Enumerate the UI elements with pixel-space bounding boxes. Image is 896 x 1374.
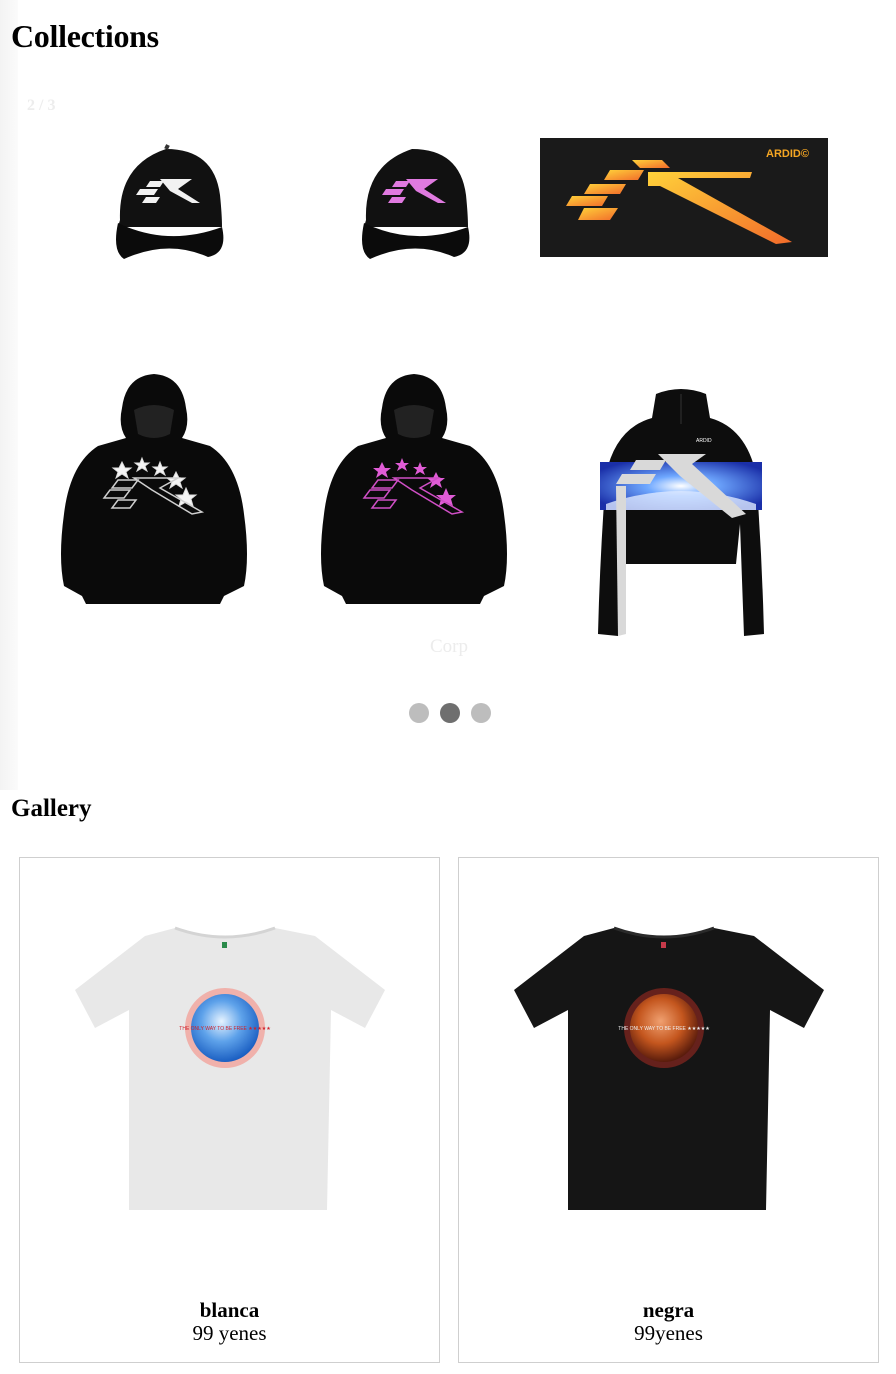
cap-pink-item[interactable]	[324, 130, 504, 270]
slide-counter: 2 / 3	[27, 97, 56, 114]
cap-icon	[362, 149, 470, 259]
product-card-blanca[interactable]: THE ONLY WAY TO BE FREE ★★★★★ blanca 99 …	[19, 857, 440, 1363]
hoodie-white-item[interactable]	[54, 365, 254, 610]
carousel-dots	[409, 703, 491, 723]
shirt-print-text: THE ONLY WAY TO BE FREE ★★★★★	[618, 1026, 710, 1032]
product-name[interactable]: blanca	[20, 1298, 439, 1323]
hoodie-pink-item[interactable]	[314, 365, 514, 610]
slide-caption: Corp	[430, 636, 468, 657]
tshirt-white-icon: THE ONLY WAY TO BE FREE ★★★★★	[74, 926, 385, 1210]
jacket-item[interactable]: ARDID	[586, 382, 776, 644]
cap-white-item[interactable]	[78, 130, 258, 270]
shirt-print-text: THE ONLY WAY TO BE FREE ★★★★★	[179, 1026, 271, 1032]
product-price: 99 yenes	[192, 1321, 267, 1345]
collections-title: Collections	[11, 18, 159, 54]
tshirt-black-icon: THE ONLY WAY TO BE FREE ★★★★★	[513, 926, 824, 1210]
jacket-label: ARDID	[696, 438, 712, 444]
ardid-banner: ARDID©	[540, 138, 828, 257]
product-price: 99yenes	[634, 1321, 703, 1345]
gallery-title: Gallery	[11, 795, 92, 822]
carousel-dot-1[interactable]	[409, 703, 429, 723]
product-name[interactable]: negra	[459, 1298, 878, 1323]
hoodie-icon	[61, 373, 247, 604]
product-card-negra[interactable]: THE ONLY WAY TO BE FREE ★★★★★ negra 99ye…	[458, 857, 879, 1363]
hoodie-icon	[321, 373, 507, 604]
banner-item[interactable]: ARDID©	[540, 138, 828, 257]
carousel-dot-3[interactable]	[471, 703, 491, 723]
banner-brand-text: ARDID©	[766, 148, 809, 160]
jacket-icon: ARDID	[598, 389, 764, 636]
cap-icon	[116, 144, 224, 259]
page-left-shade	[0, 0, 18, 790]
carousel-dot-2[interactable]	[440, 703, 460, 723]
